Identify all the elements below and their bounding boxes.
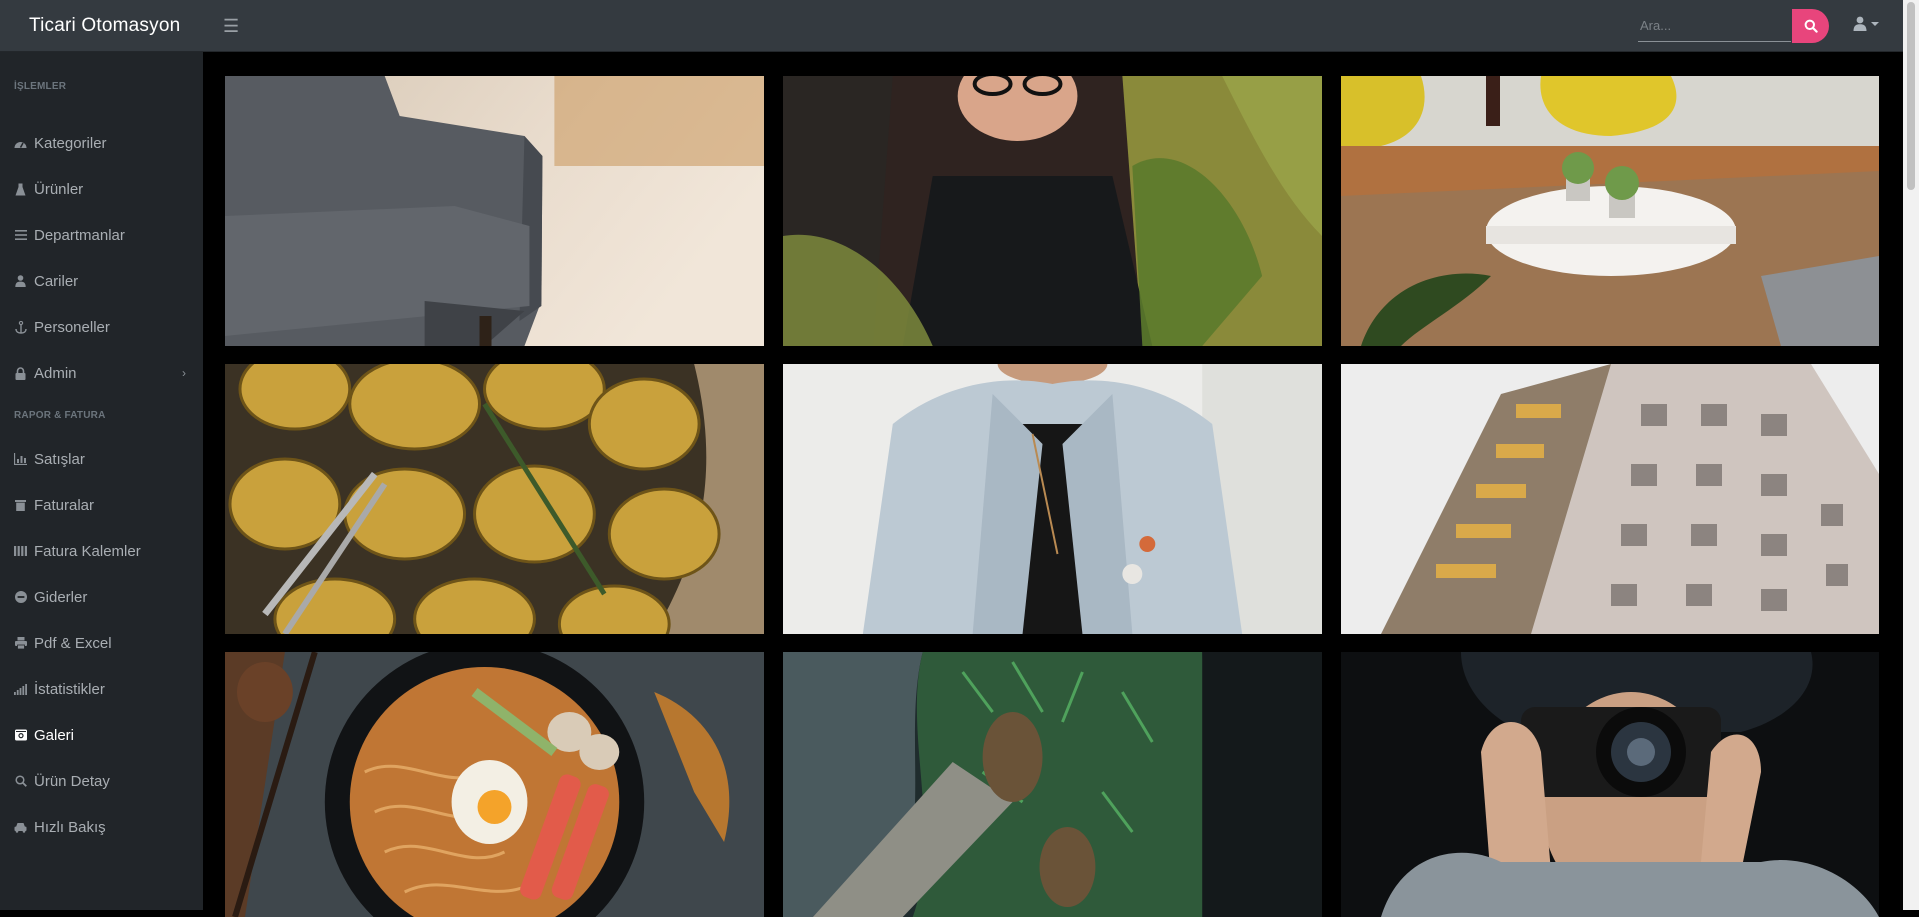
search-form [1638,9,1829,43]
sidebar-item-cariler[interactable]: Cariler [0,264,203,298]
sidebar-item-personeller[interactable]: Personeller [0,310,203,344]
page-scrollbar[interactable] [1903,0,1919,910]
brand-logo[interactable]: Ticari Otomasyon [0,15,203,37]
gallery-photo-woman-glasses[interactable] [783,76,1322,346]
sidebar-item-label: Faturalar [34,496,95,514]
chevron-right-icon: › [182,366,186,380]
top-navbar: Ticari Otomasyon ☰ [0,0,1903,52]
gallery-photo-armchair[interactable] [225,76,764,346]
trash-icon [14,499,27,512]
sidebar-item-kategoriler[interactable]: Kategoriler [0,126,203,160]
sidebar-item-satislar[interactable]: Satışlar [0,442,203,476]
lock-icon [14,366,27,380]
menu-toggle-icon[interactable]: ☰ [223,17,239,35]
user-icon [14,275,27,288]
sidebar-item-fatura-kalemler[interactable]: Fatura Kalemler [0,534,203,568]
anchor-icon [14,320,27,334]
chart-icon [14,453,27,466]
signal-icon [14,683,27,696]
sidebar-item-label: Kategoriler [34,134,107,152]
search-input[interactable] [1638,10,1791,42]
gallery-photo-potatoes[interactable] [225,364,764,634]
sidebar-item-giderler[interactable]: Giderler [0,580,203,614]
sidebar-item-istatistikler[interactable]: İstatistikler [0,672,203,706]
sidebar-item-label: Personeller [34,318,110,336]
search-icon [14,775,27,788]
sidebar-item-label: Cariler [34,272,79,290]
flask-icon [14,183,27,196]
columns-icon [14,545,27,558]
sidebar-item-pdf-excel[interactable]: Pdf & Excel [0,626,203,660]
sidebar-item-hizli-bakis[interactable]: Hızlı Bakış [0,810,203,844]
sidebar-item-urunler[interactable]: Ürünler [0,172,203,206]
sidebar-item-label: Ürünler [34,180,84,198]
gallery-photo-hiking-boots[interactable] [783,652,1322,917]
sidebar-item-label: Departmanlar [34,226,125,244]
sidebar-item-admin[interactable]: Admin › [0,356,203,390]
sidebar-heading-rapor-fatura: RAPOR & FATURA [14,410,106,421]
tachometer-icon [14,137,27,150]
sidebar-item-label: Admin [34,364,77,382]
camera-icon [14,729,27,742]
sidebar-item-galeri[interactable]: Galeri [0,718,203,752]
gallery-photo-photographer[interactable] [1341,652,1879,917]
user-dropdown[interactable] [1853,16,1879,31]
gallery-photo-ramen[interactable] [225,652,764,917]
sidebar-item-faturalar[interactable]: Faturalar [0,488,203,522]
search-icon [1804,19,1818,33]
sidebar-item-departmanlar[interactable]: Departmanlar [0,218,203,252]
list-icon [14,229,27,242]
search-button[interactable] [1792,9,1829,43]
sidebar-item-label: İstatistikler [34,680,105,698]
sidebar-item-label: Galeri [34,726,75,744]
sidebar-item-label: Giderler [34,588,88,606]
chevron-down-icon [1871,21,1879,26]
sidebar-item-label: Pdf & Excel [34,634,112,652]
photo-gallery [225,76,1879,917]
gallery-photo-yellow-chairs[interactable] [1341,76,1879,346]
print-icon [14,637,27,650]
car-icon [14,821,27,834]
sidebar-item-label: Ürün Detay [34,772,110,790]
minus-circle-icon [14,591,27,604]
sidebar-item-label: Satışlar [34,450,85,468]
sidebar: İŞLEMLER Kategoriler Ürünler Departmanla… [0,52,203,910]
gallery-photo-denim-jacket[interactable] [783,364,1322,634]
user-icon [1853,16,1867,31]
sidebar-item-label: Fatura Kalemler [34,542,141,560]
sidebar-item-urun-detay[interactable]: Ürün Detay [0,764,203,798]
gallery-photo-building[interactable] [1341,364,1879,634]
sidebar-item-label: Hızlı Bakış [34,818,106,836]
sidebar-heading-islemler: İŞLEMLER [14,81,67,92]
scrollbar-thumb[interactable] [1907,2,1915,190]
